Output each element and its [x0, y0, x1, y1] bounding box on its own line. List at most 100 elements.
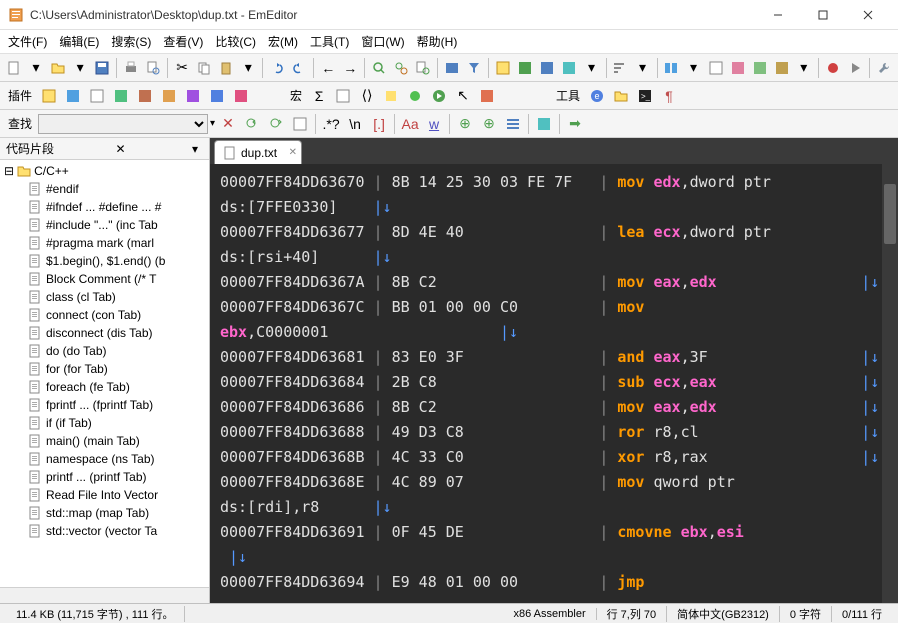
- explorer-icon[interactable]: [610, 85, 632, 107]
- sidebar-scrollbar[interactable]: [0, 587, 209, 603]
- macro-cursor-icon[interactable]: ↖: [452, 85, 474, 107]
- sidebar-close-icon[interactable]: ✕: [113, 141, 129, 157]
- close-button[interactable]: [845, 0, 890, 30]
- cell-mode-icon[interactable]: [515, 57, 535, 79]
- snippet-item[interactable]: connect (con Tab): [0, 306, 209, 324]
- plugin-icon[interactable]: [230, 85, 252, 107]
- menu-compare[interactable]: 比较(C): [215, 33, 256, 50]
- word-icon[interactable]: w: [423, 113, 445, 135]
- search-x-icon[interactable]: ✕: [217, 113, 239, 135]
- cut-icon[interactable]: ✂: [172, 57, 192, 79]
- snippet-item[interactable]: $1.begin(), $1.end() (b: [0, 252, 209, 270]
- menu-view[interactable]: 查看(V): [163, 33, 203, 50]
- plugin-icon[interactable]: [86, 85, 108, 107]
- plugin-icon[interactable]: [206, 85, 228, 107]
- wrap-icon[interactable]: [442, 57, 462, 79]
- snippet-item[interactable]: foreach (fe Tab): [0, 378, 209, 396]
- csv-mode-icon[interactable]: [493, 57, 513, 79]
- snippet-item[interactable]: main() (main Tab): [0, 432, 209, 450]
- save-icon[interactable]: [92, 57, 112, 79]
- macro-icon[interactable]: [380, 85, 402, 107]
- print-preview-icon[interactable]: [143, 57, 163, 79]
- snippet-item[interactable]: #ifndef ... #define ... #: [0, 198, 209, 216]
- browser-icon[interactable]: e: [586, 85, 608, 107]
- status-lang[interactable]: x86 Assembler: [503, 608, 596, 620]
- scroll-thumb[interactable]: [884, 184, 896, 244]
- snippet-item[interactable]: namespace (ns Tab): [0, 450, 209, 468]
- number-icon[interactable]: [.]: [368, 113, 390, 135]
- macro-icon[interactable]: [476, 85, 498, 107]
- plugin-icon[interactable]: [38, 85, 60, 107]
- escape-icon[interactable]: \n: [344, 113, 366, 135]
- list-icon[interactable]: [502, 113, 524, 135]
- cmd-icon[interactable]: >_: [634, 85, 656, 107]
- dropdown-icon[interactable]: ▾: [26, 57, 46, 79]
- snippet-item[interactable]: #include "..." (inc Tab: [0, 216, 209, 234]
- location-forward-icon[interactable]: →: [340, 57, 360, 79]
- menu-window[interactable]: 窗口(W): [361, 33, 404, 50]
- dropdown-icon[interactable]: ▾: [238, 57, 258, 79]
- macro-icon[interactable]: [332, 85, 354, 107]
- tree-folder[interactable]: ⊟ C/C++: [0, 162, 209, 180]
- heading-icon[interactable]: [559, 57, 579, 79]
- compare-icon[interactable]: [661, 57, 681, 79]
- print-icon[interactable]: [121, 57, 141, 79]
- file-tab[interactable]: dup.txt ✕: [214, 140, 302, 164]
- search-input[interactable]: [38, 114, 208, 134]
- find-in-files-icon[interactable]: [413, 57, 433, 79]
- macro-arrow-icon[interactable]: ⟨⟩: [356, 85, 378, 107]
- plugin-icon[interactable]: [182, 85, 204, 107]
- status-encoding[interactable]: 简体中文(GB2312): [667, 606, 780, 622]
- paste-icon[interactable]: [216, 57, 236, 79]
- tool-icon[interactable]: ¶: [658, 85, 680, 107]
- increment-icon[interactable]: ⊕: [454, 113, 476, 135]
- snippet-item[interactable]: class (cl Tab): [0, 288, 209, 306]
- snippet-item[interactable]: disconnect (dis Tab): [0, 324, 209, 342]
- wrap-search-icon[interactable]: ⊕: [478, 113, 500, 135]
- snippet-item[interactable]: Block Comment (/* T: [0, 270, 209, 288]
- dropdown-icon[interactable]: ▾: [70, 57, 90, 79]
- record-macro-icon[interactable]: [823, 57, 843, 79]
- undo-icon[interactable]: [267, 57, 287, 79]
- snippet-item[interactable]: if (if Tab): [0, 414, 209, 432]
- search-prev-icon[interactable]: [241, 113, 263, 135]
- tab-close-icon[interactable]: ✕: [289, 147, 297, 158]
- location-back-icon[interactable]: ←: [318, 57, 338, 79]
- minimize-button[interactable]: [755, 0, 800, 30]
- case-icon[interactable]: Aa: [399, 113, 421, 135]
- menu-tools[interactable]: 工具(T): [310, 33, 349, 50]
- plugin-icon[interactable]: [110, 85, 132, 107]
- collapse-icon[interactable]: ⊟: [4, 164, 14, 178]
- macro-sigma-icon[interactable]: Σ: [308, 85, 330, 107]
- snippet-item[interactable]: do (do Tab): [0, 342, 209, 360]
- open-file-icon[interactable]: [48, 57, 68, 79]
- play-macro-icon[interactable]: [845, 57, 865, 79]
- snippet-item[interactable]: std::vector (vector Ta: [0, 522, 209, 540]
- dropdown-icon[interactable]: ▾: [632, 57, 652, 79]
- outline-icon[interactable]: [750, 57, 770, 79]
- plugin-icon[interactable]: [134, 85, 156, 107]
- macro-go-icon[interactable]: [428, 85, 450, 107]
- spell-icon[interactable]: [728, 57, 748, 79]
- normal-mode-icon[interactable]: [537, 57, 557, 79]
- markers-icon[interactable]: [772, 57, 792, 79]
- menu-help[interactable]: 帮助(H): [417, 33, 458, 50]
- dropdown-icon[interactable]: ▾: [581, 57, 601, 79]
- menu-search[interactable]: 搜索(S): [111, 33, 151, 50]
- maximize-button[interactable]: [800, 0, 845, 30]
- vertical-scrollbar[interactable]: [882, 164, 898, 603]
- dropdown-icon[interactable]: ▾: [210, 118, 215, 129]
- filter-icon[interactable]: [464, 57, 484, 79]
- dropdown-icon[interactable]: ▾: [683, 57, 703, 79]
- snippet-item[interactable]: for (for Tab): [0, 360, 209, 378]
- sort-icon[interactable]: [610, 57, 630, 79]
- wrench-icon[interactable]: [874, 57, 894, 79]
- go-icon[interactable]: ➡: [564, 113, 586, 135]
- new-file-icon[interactable]: [4, 57, 24, 79]
- copy-icon[interactable]: [194, 57, 214, 79]
- find-icon[interactable]: [369, 57, 389, 79]
- snippet-item[interactable]: Read File Into Vector: [0, 486, 209, 504]
- plugin-icon[interactable]: [158, 85, 180, 107]
- editor[interactable]: 00007FF84DD63670 | 8B 14 25 30 03 FE 7F …: [210, 164, 898, 603]
- snippet-item[interactable]: std::map (map Tab): [0, 504, 209, 522]
